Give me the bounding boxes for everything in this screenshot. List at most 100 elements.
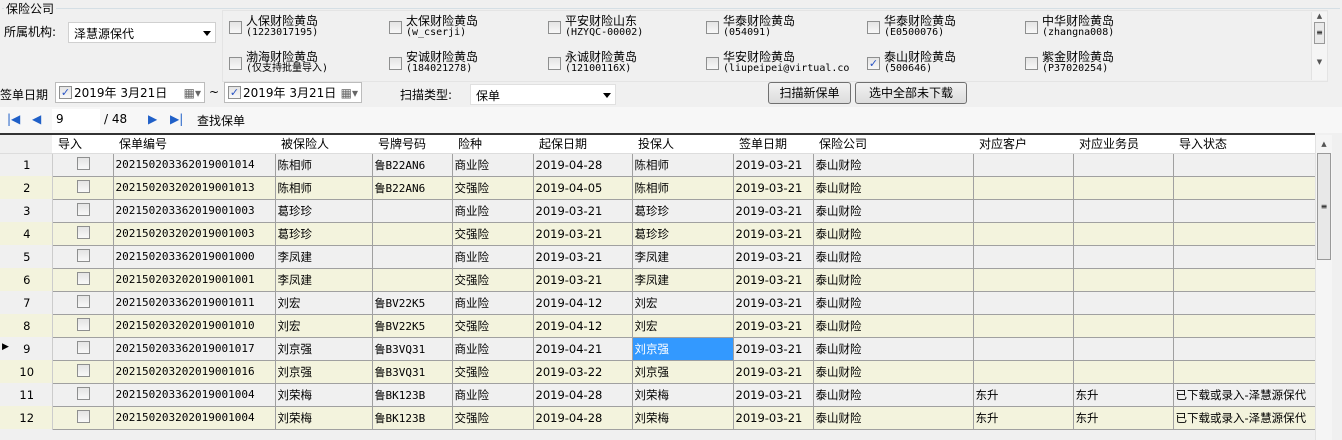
column-header[interactable]: 投保人 [632,134,733,154]
prev-page-icon[interactable]: ◀ [32,112,41,126]
column-header[interactable]: 导入 [52,134,113,154]
import-checkbox-cell[interactable] [51,290,114,315]
table-row[interactable]: 11 202150203362019001004 刘荣梅 鲁BK123B 商业险 2019… [0,382,1316,407]
table-cell: 2019-03-21 [532,244,633,269]
table-scrollbar[interactable]: ▲ ≡ [1315,135,1332,440]
import-checkbox[interactable] [77,202,90,216]
insurer-checkbox[interactable] [867,21,880,34]
import-checkbox-cell[interactable] [51,267,114,292]
table-cell: 202150203362019001004 [112,382,276,407]
insurer-checkbox-item[interactable]: 渤海财险黄岛 (仅支持批量导入) [229,51,328,75]
import-checkbox-cell[interactable] [51,359,114,384]
table-cell [972,244,1074,269]
import-checkbox[interactable] [77,386,90,400]
import-checkbox[interactable] [77,179,90,193]
last-page-icon[interactable]: ▶| [170,112,183,126]
column-header[interactable]: 保险公司 [813,134,973,154]
calendar-icon[interactable]: ▦▾ [184,86,201,100]
table-row[interactable]: 7 202150203362019001011 刘宏 鲁BV22K5 商业险 2019-0… [0,290,1316,315]
import-checkbox[interactable] [77,363,90,377]
insurer-checkbox-item[interactable]: 华泰财险黄岛 (054091) [706,15,795,39]
first-page-icon[interactable]: |◀ [7,112,20,126]
date-from-picker[interactable]: ✓ 2019年 3月21日 ▦▾ [55,82,205,103]
import-checkbox[interactable] [77,271,90,285]
insurer-checkbox[interactable] [706,57,719,70]
insurer-checkbox[interactable] [706,21,719,34]
insurer-list-scrollbar[interactable]: ▲ ≡ ▼ [1311,12,1327,80]
insurer-checkbox[interactable] [229,21,242,34]
import-checkbox-cell[interactable] [51,313,114,338]
table-row[interactable]: ▶ 9 202150203362019001017 刘京强 鲁B3VQ31 商业险 2019… [0,336,1316,361]
import-checkbox[interactable] [77,294,90,308]
insurer-checkbox-item[interactable]: 平安财险山东 (HZYQC-00002) [548,15,643,39]
column-header[interactable]: 对应业务员 [1073,134,1173,154]
import-checkbox[interactable] [77,317,90,331]
insurer-checkbox-item[interactable]: 紫金财险黄岛 (P37020254) [1025,51,1114,75]
column-header[interactable]: 签单日期 [733,134,813,154]
insurer-checkbox-item[interactable]: 华安财险黄岛 (liupeipei@virtual.co [706,51,849,75]
column-header[interactable]: 导入状态 [1173,134,1315,154]
insurer-checkbox[interactable] [1025,57,1038,70]
table-row[interactable]: 10 202150203202019001016 刘京强 鲁B3VQ31 交强险 2019… [0,359,1316,384]
import-checkbox-cell[interactable] [51,405,114,430]
insurer-checkbox-item[interactable]: 永诚财险黄岛 (12100116X) [548,51,637,75]
table-row[interactable]: 2 202150203202019001013 陈相师 鲁B22AN6 交强险 2019-… [0,175,1316,200]
table-row[interactable]: 12 202150203202019001004 刘荣梅 鲁BK123B 交强险 2019… [0,405,1316,430]
table-cell: 鲁B3VQ31 [371,336,453,361]
table-row[interactable]: 5 202150203362019001000 李凤建 商业险 2019-03-21 李凤… [0,244,1316,269]
insurer-checkbox-item[interactable]: 中华财险黄岛 (zhangna008) [1025,15,1114,39]
import-checkbox[interactable] [77,225,90,239]
import-checkbox[interactable] [77,340,90,354]
scroll-thumb[interactable]: ≡ [1317,153,1331,260]
table-cell: 202150203362019001017 [112,336,276,361]
import-checkbox-cell[interactable] [51,175,114,200]
date-to-checkbox[interactable]: ✓ [228,86,241,99]
org-combo[interactable]: 泽慧源保代 [68,22,216,43]
table-row[interactable]: 8 202150203202019001010 刘宏 鲁BV22K5 交强险 2019-0… [0,313,1316,338]
scroll-thumb[interactable]: ≡ [1314,22,1325,44]
insurer-checkbox-item[interactable]: 人保财险黄岛 (1223017195) [229,15,318,39]
table-row[interactable]: 3 202150203362019001003 葛珍珍 商业险 2019-03-21 葛珍… [0,198,1316,223]
chevron-down-icon [203,31,211,36]
import-checkbox-cell[interactable] [51,221,114,246]
insurer-checkbox[interactable]: ✓ [867,57,880,70]
import-checkbox-cell[interactable] [51,152,114,177]
table-row[interactable]: 4 202150203202019001003 葛珍珍 交强险 2019-03-21 葛珍… [0,221,1316,246]
import-checkbox-cell[interactable] [51,382,114,407]
import-checkbox-cell[interactable] [51,336,114,361]
find-policy-button[interactable]: 查找保单 [197,112,245,129]
import-checkbox[interactable] [77,248,90,262]
insurer-checkbox-item[interactable]: 安诚财险黄岛 (184021278) [389,51,478,75]
scan-type-combo[interactable]: 保单 [470,84,616,105]
import-checkbox[interactable] [77,156,90,170]
column-header[interactable]: 被保险人 [275,134,372,154]
next-page-icon[interactable]: ▶ [148,112,157,126]
column-header[interactable]: 对应客户 [973,134,1073,154]
insurer-checkbox[interactable] [389,21,402,34]
column-header[interactable]: 险种 [452,134,533,154]
import-checkbox-cell[interactable] [51,198,114,223]
calendar-icon[interactable]: ▦▾ [341,86,358,100]
column-header[interactable]: 号牌号码 [372,134,452,154]
table-row[interactable]: 1 202150203362019001014 陈相师 鲁B22AN6 商业险 2019-… [0,152,1316,177]
date-to-picker[interactable]: ✓ 2019年 3月21日 ▦▾ [224,82,362,103]
table-cell: 交强险 [451,175,534,200]
select-all-undownloaded-button[interactable]: 选中全部未下载 [855,82,967,104]
insurer-checkbox-item[interactable]: 太保财险黄岛 (w_cserji) [389,15,478,39]
insurer-checkbox-item[interactable]: ✓ 泰山财险黄岛 (500646) [867,51,956,75]
insurer-checkbox[interactable] [389,57,402,70]
insurer-checkbox[interactable] [229,57,242,70]
column-header[interactable]: 保单编号 [113,134,275,154]
insurer-checkbox-item[interactable]: 华泰财险黄岛 (E0500076) [867,15,956,39]
scan-new-button[interactable]: 扫描新保单 [768,82,851,104]
insurer-checkbox[interactable] [548,57,561,70]
table-row[interactable]: 6 202150203202019001001 李凤建 交强险 2019-03-21 李凤… [0,267,1316,292]
column-header[interactable]: 起保日期 [533,134,632,154]
insurer-checkbox[interactable] [1025,21,1038,34]
date-from-checkbox[interactable]: ✓ [59,86,72,99]
import-checkbox-cell[interactable] [51,244,114,269]
page-input[interactable]: 9 [52,109,100,130]
insurer-checkbox[interactable] [548,21,561,34]
import-checkbox[interactable] [77,409,90,423]
table-cell: 泰山财险 [812,221,974,246]
